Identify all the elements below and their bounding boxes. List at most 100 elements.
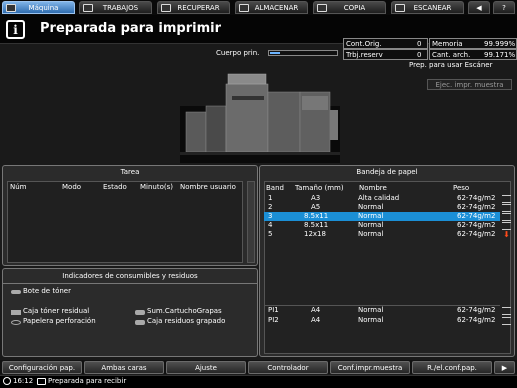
punch-waste-label: Papelera perforación: [23, 317, 96, 325]
paper-level-icon: [502, 195, 511, 203]
toner-bottle-icon: [11, 290, 21, 294]
waste-toner-icon: [11, 310, 21, 315]
recall-icon: [161, 4, 171, 12]
tab-scan[interactable]: ESCANEAR: [391, 1, 464, 14]
eject-sample-button[interactable]: Ejec. impr. muestra: [427, 79, 512, 90]
cont-orig-value: 0: [417, 40, 422, 48]
tray-size: A5: [311, 203, 321, 211]
tray-band: PI1: [268, 306, 279, 314]
jobs-icon: [83, 4, 93, 12]
tray-weight: 62-74g/m2: [457, 306, 496, 314]
paper-setting-release-button[interactable]: R./el.conf.pap.: [412, 361, 492, 374]
tab-machine[interactable]: Máquina: [2, 1, 75, 14]
scanner-status: Prep. para usar Escáner: [409, 61, 493, 69]
tray-row-selected[interactable]: 3 8.5x11 Normal 62-74g/m2: [264, 212, 500, 221]
scan-icon: [395, 4, 405, 12]
cant-arch-label: Cant. arch.: [432, 51, 471, 59]
tab-jobs[interactable]: TRABAJOS: [79, 1, 152, 14]
tray-row[interactable]: 4 8.5x11 Normal 62-74g/m2: [264, 221, 500, 230]
duplex-button[interactable]: Ambas caras: [84, 361, 164, 374]
punch-waste-icon: [11, 320, 21, 325]
col-band: Band: [266, 184, 284, 192]
tray-name: Normal: [358, 306, 384, 314]
task-scrollbar[interactable]: [247, 181, 255, 263]
col-user: Nombre usuario: [180, 183, 236, 191]
tray-row-pi[interactable]: PI2 A4 Normal 62-74g/m2: [264, 316, 500, 325]
toner-bottle-label: Bote de tóner: [23, 287, 71, 295]
staple-waste-icon: [135, 320, 145, 325]
tab-copy[interactable]: COPIA: [313, 1, 386, 14]
tray-weight: 62-74g/m2: [457, 221, 496, 229]
clock-icon: [3, 377, 11, 385]
col-weight: Peso: [453, 184, 470, 192]
tab-store[interactable]: ALMACENAR: [235, 1, 308, 14]
tray-band: 3: [268, 212, 273, 220]
tray-row[interactable]: 1 A3 Alta calidad 62-74g/m2: [264, 194, 500, 203]
tray-name: Normal: [358, 316, 384, 324]
trbj-reserv-value: 0: [417, 51, 422, 59]
tray-size: A4: [311, 306, 321, 314]
status-message: Preparada para imprimir: [40, 21, 221, 36]
tray-band: 2: [268, 203, 273, 211]
tray-weight: 62-74g/m2: [457, 212, 496, 220]
tray-row[interactable]: 5 12x18 Normal 62-74g/m2: [264, 230, 500, 239]
waste-toner-label: Caja tóner residual: [23, 307, 90, 315]
machine-icon: [6, 4, 16, 12]
col-size: Tamaño (mm): [295, 184, 344, 192]
memoria-label: Memoria: [432, 40, 463, 48]
col-mode: Modo: [62, 183, 82, 191]
tab-recall[interactable]: RECUPERAR: [157, 1, 230, 14]
tray-band: 5: [268, 230, 273, 238]
tray-name: Normal: [358, 221, 384, 229]
paper-tray-title: Bandeja de papel: [356, 168, 418, 176]
tray-row-pi[interactable]: PI1 A4 Normal 62-74g/m2: [264, 306, 500, 315]
col-minutes: Minuto(s): [140, 183, 173, 191]
paper-level-icon: [502, 213, 511, 221]
copy-icon: [317, 4, 327, 12]
tray-weight: 62-74g/m2: [457, 194, 496, 202]
tray-weight: 62-74g/m2: [457, 230, 496, 238]
tray-size: 8.5x11: [304, 212, 329, 220]
next-page-button[interactable]: ▶: [494, 361, 515, 374]
sample-print-setting-button[interactable]: Conf.impr.muestra: [330, 361, 410, 374]
status-time: 16:12: [13, 377, 34, 385]
volume-button[interactable]: ◀: [468, 1, 490, 14]
tray-size: A4: [311, 316, 321, 324]
col-state: Estado: [103, 183, 127, 191]
body-progress-bar: [268, 50, 338, 56]
staple-cartridge-icon: [135, 310, 145, 315]
paper-level-icon: [502, 317, 511, 325]
info-icon: i: [6, 20, 25, 39]
printer-machine-illustration: [180, 73, 340, 163]
controller-button[interactable]: Controlador: [248, 361, 328, 374]
printer-icon: [37, 378, 46, 385]
tray-band: PI2: [268, 316, 279, 324]
paper-setting-button[interactable]: Configuración pap.: [2, 361, 82, 374]
task-list: [7, 181, 243, 263]
consumables-panel: Indicadores de consumibles y residuos Bo…: [2, 268, 258, 357]
help-button[interactable]: ?: [493, 1, 515, 14]
body-progress-fill: [270, 52, 280, 54]
staple-waste-label: Caja residuos grapado: [147, 317, 226, 325]
store-icon: [239, 4, 249, 12]
tray-band: 1: [268, 194, 273, 202]
tray-size: 8.5x11: [304, 221, 329, 229]
col-num: Núm: [10, 183, 27, 191]
staple-cartridge-label: Sum.CartuchoGrapas: [147, 307, 222, 315]
tray-name: Normal: [358, 212, 384, 220]
status-message-bottom: Preparada para recibir: [48, 377, 127, 385]
tray-name: Alta calidad: [358, 194, 400, 202]
cont-orig-label: Cont.Orig.: [346, 40, 382, 48]
tray-name: Normal: [358, 203, 384, 211]
paper-level-icon: [502, 222, 511, 230]
adjust-button[interactable]: Ajuste: [166, 361, 246, 374]
paper-level-icon: [502, 204, 511, 212]
col-name: Nombre: [359, 184, 387, 192]
consumables-title: Indicadores de consumibles y residuos: [62, 272, 198, 280]
paper-level-icon: [502, 307, 511, 315]
tray-size: A3: [311, 194, 321, 202]
help-icon: ?: [502, 3, 506, 12]
trbj-reserv-label: Trbj.reserv: [346, 51, 383, 59]
tray-weight: 62-74g/m2: [457, 316, 496, 324]
tray-row[interactable]: 2 A5 Normal 62-74g/m2: [264, 203, 500, 212]
